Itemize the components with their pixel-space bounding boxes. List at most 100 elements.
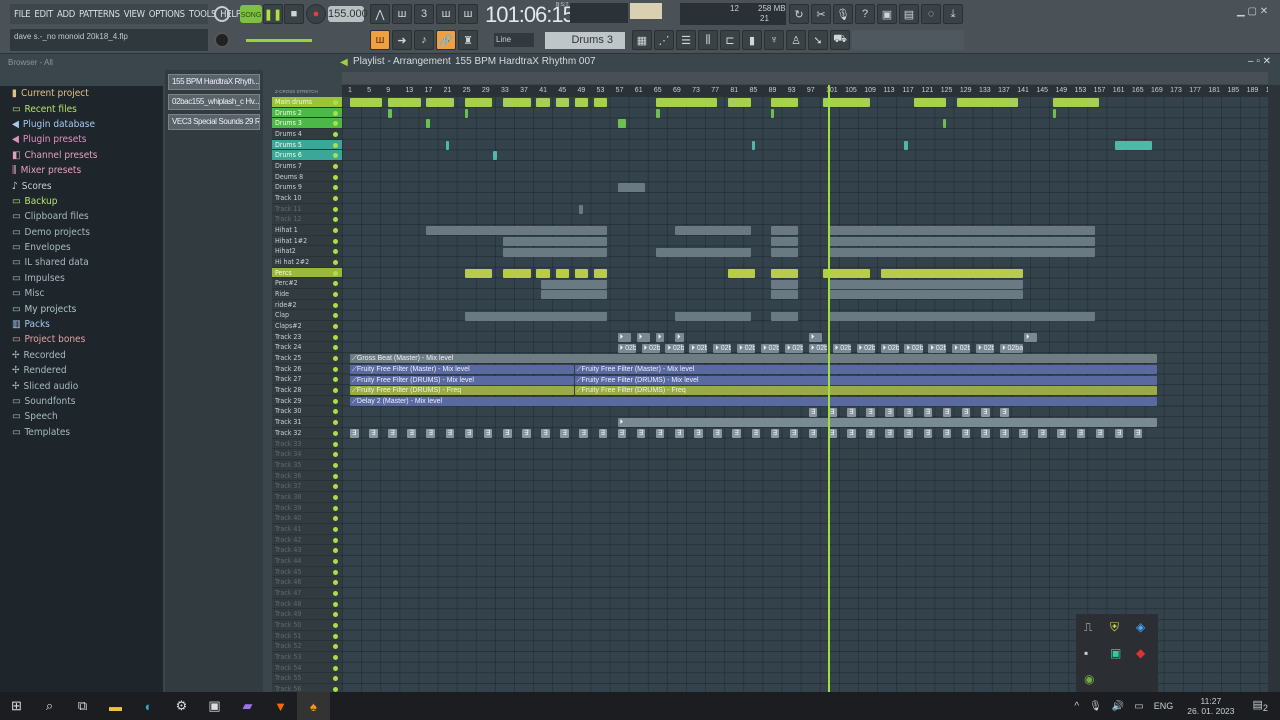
playlist-clip[interactable]: ⏵ xyxy=(808,332,823,342)
playlist-clip[interactable] xyxy=(541,279,608,289)
track-header[interactable]: Track 53 xyxy=(272,652,342,663)
browser-item[interactable]: ▥ Packs xyxy=(0,317,163,332)
microphone-icon[interactable]: 🎙 xyxy=(833,4,853,24)
playlist-clip[interactable]: ⟋Fruity Free Filter (DRUMS) - Freq xyxy=(350,386,574,396)
playlist-clip[interactable]: ⏵ 02ba..35 xyxy=(784,343,804,353)
metronome-button[interactable]: ⋀ xyxy=(370,4,390,24)
track-header[interactable]: Track 56 xyxy=(272,684,342,692)
browser-item[interactable]: ▭ Recent files xyxy=(0,101,163,116)
menu-file[interactable]: FILE xyxy=(14,9,31,20)
playlist-clip[interactable] xyxy=(770,98,799,107)
browser-item[interactable]: ✢ Sliced audio xyxy=(0,378,163,393)
track-header[interactable]: Track 35 xyxy=(272,460,342,471)
playlist-clip[interactable]: ∃ xyxy=(961,429,971,439)
playlist-clip[interactable]: ∃ xyxy=(675,429,684,439)
playlist-clip[interactable]: ∃ xyxy=(1000,429,1009,439)
track-header[interactable]: Track 42 xyxy=(272,535,342,546)
playlist-clip[interactable] xyxy=(770,311,799,321)
track-header[interactable]: Track 45 xyxy=(272,567,342,578)
green-app-icon[interactable]: ▣ xyxy=(1110,646,1121,660)
track-header[interactable]: Claps#2 xyxy=(272,321,342,332)
track-header[interactable]: Track 47 xyxy=(272,588,342,599)
playlist-clip[interactable]: ∃ xyxy=(464,429,474,439)
playlist-clip[interactable] xyxy=(426,226,608,236)
track-header[interactable]: Track 39 xyxy=(272,503,342,514)
store-icon[interactable]: ▣ xyxy=(198,692,231,720)
playlist-clip[interactable]: ∃ xyxy=(847,407,856,417)
browser-item[interactable]: ▭ Templates xyxy=(0,425,163,440)
track-mute-led[interactable] xyxy=(333,430,338,436)
playlist-clip[interactable] xyxy=(823,98,871,107)
search-icon[interactable]: ⌕ xyxy=(33,692,66,720)
track-mute-led[interactable] xyxy=(333,356,338,362)
browser-item[interactable]: ◀ Plugin presets xyxy=(0,132,163,147)
track-header[interactable]: Hi hat 2#2 xyxy=(272,257,342,268)
browser-item[interactable]: ▭ Speech xyxy=(0,409,163,424)
track-mute-led[interactable] xyxy=(333,281,338,287)
playlist-clip[interactable]: ⏵ 02ba..35 xyxy=(952,343,971,353)
playlist-clip[interactable] xyxy=(770,268,799,278)
brave-icon[interactable]: ▼ xyxy=(264,692,297,720)
touch-keyboard-icon[interactable]: ♙ xyxy=(786,30,806,50)
browser-item[interactable]: ▭ Misc xyxy=(0,286,163,301)
playlist-clip[interactable]: ∃ xyxy=(847,429,856,439)
microphone-tray-icon[interactable]: 🎙 xyxy=(1089,701,1102,712)
track-mute-led[interactable] xyxy=(333,121,338,127)
playlist-clip[interactable] xyxy=(828,226,1095,236)
playlist-clip[interactable]: ∃ xyxy=(866,407,875,417)
playlist-clip[interactable] xyxy=(675,226,751,236)
track-header[interactable]: Track 38 xyxy=(272,492,342,503)
playlist-clip[interactable] xyxy=(617,119,627,129)
playlist-clip[interactable]: ∃ xyxy=(1095,429,1105,439)
pattern-item[interactable]: 155 BPM HardtraX Rhyth... xyxy=(168,74,260,90)
browser-item[interactable]: ✢ Rendered xyxy=(0,363,163,378)
track-mute-led[interactable] xyxy=(333,206,338,212)
arrow-tool-icon[interactable]: ➜ xyxy=(392,30,412,50)
track-mute-led[interactable] xyxy=(333,676,338,682)
track-header[interactable]: Track 29 xyxy=(272,396,342,407)
track-header[interactable]: Track 48 xyxy=(272,599,342,610)
track-header[interactable]: Track 52 xyxy=(272,641,342,652)
playlist-clip[interactable]: ⏵ 02ba..35 xyxy=(617,343,636,353)
track-mute-led[interactable] xyxy=(333,217,338,223)
settings-icon[interactable]: ⚙ xyxy=(165,692,198,720)
track-header[interactable]: Track 51 xyxy=(272,631,342,642)
playlist-clip[interactable] xyxy=(942,119,947,129)
playlist-clip[interactable]: ⏵ 02ba..35 xyxy=(665,343,684,353)
playlist-clip[interactable]: ⏵ xyxy=(617,418,1157,428)
plugin-icon[interactable]: ♆ xyxy=(764,30,784,50)
playlist-clip[interactable] xyxy=(727,98,751,107)
playlist-clip[interactable]: ∃ xyxy=(942,407,952,417)
playlist-clip[interactable] xyxy=(502,268,531,278)
browser-item[interactable]: ▭ Clipboard files xyxy=(0,209,163,224)
track-mute-led[interactable] xyxy=(333,302,338,308)
app-icon[interactable]: ▪ xyxy=(1084,646,1088,660)
save-icon[interactable]: ▣ xyxy=(877,4,897,24)
playlist-clip[interactable]: ∃ xyxy=(598,429,608,439)
track-mute-led[interactable] xyxy=(333,110,338,116)
browser-item[interactable]: ▭ Backup xyxy=(0,194,163,209)
playlist-clip[interactable]: ∃ xyxy=(350,429,359,439)
playlist-clip[interactable]: ∃ xyxy=(655,429,665,439)
wait-input-button[interactable]: ш xyxy=(392,4,412,24)
browser-item[interactable]: ▭ My projects xyxy=(0,301,163,316)
playlist-clip[interactable] xyxy=(770,226,799,236)
track-mute-led[interactable] xyxy=(333,228,338,234)
track-header[interactable]: Drums 2 xyxy=(272,107,342,119)
track-header[interactable]: Track 25 xyxy=(272,353,342,364)
track-header[interactable]: Hihat 1 xyxy=(272,225,342,236)
track-header[interactable]: Track 24 xyxy=(272,342,342,354)
playlist-clip[interactable] xyxy=(770,108,775,118)
menu-add[interactable]: ADD xyxy=(57,9,75,20)
track-mute-led[interactable] xyxy=(333,441,338,447)
track-header[interactable]: Percs xyxy=(272,267,342,279)
playlist-clip[interactable] xyxy=(536,268,550,278)
track-header[interactable]: Track 11 xyxy=(272,204,342,215)
playlist-clip[interactable]: ∃ xyxy=(617,429,627,439)
playlist-clip[interactable]: ∃ xyxy=(445,429,455,439)
playlist-clip[interactable]: ∃ xyxy=(1019,429,1028,439)
playhead[interactable] xyxy=(828,85,830,692)
notifications-icon[interactable]: ▤2 xyxy=(1253,698,1269,713)
browser-item[interactable]: ♪ Scores xyxy=(0,178,163,193)
track-mute-led[interactable] xyxy=(333,548,338,554)
